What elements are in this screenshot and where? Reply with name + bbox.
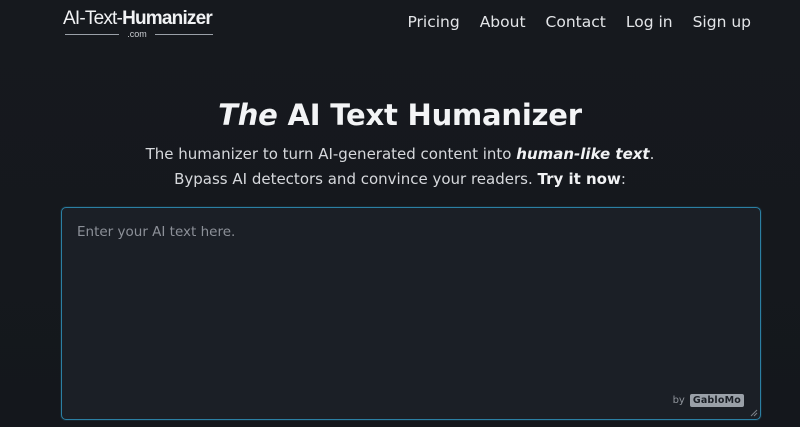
page: AI-Text-Humanizer .com Pricing About Con… [0,0,800,427]
subtitle-text-1: The humanizer to turn AI-generated conte… [145,145,517,163]
nav-link-contact[interactable]: Contact [546,12,606,32]
subtitle-highlight: human-like text [516,145,650,163]
credit-brand-logo: GabloMo [689,394,744,407]
page-title: The AI Text Humanizer [0,95,800,135]
subtitle-end: : [620,170,626,188]
logo-text-brand: Humanizer [122,8,213,29]
page-title-emphasis: The [218,98,278,132]
logo-wordmark: AI-Text-Humanizer [63,8,217,30]
page-title-text: AI Text Humanizer [277,98,583,132]
logo-rule-right [155,34,213,35]
credit-badge[interactable]: by GabloMo [673,394,744,407]
credit-by-text: by [672,395,685,406]
page-subtitle: The humanizer to turn AI-generated conte… [140,142,660,192]
logo-text-prefix: AI-Text- [63,8,123,29]
resize-handle-icon[interactable] [750,409,758,417]
nav-link-pricing[interactable]: Pricing [407,12,459,32]
nav-link-login[interactable]: Log in [626,12,673,32]
site-logo[interactable]: AI-Text-Humanizer .com [63,8,217,39]
ai-text-editor: by GabloMo [61,207,761,420]
nav-link-about[interactable]: About [480,12,526,32]
main-nav: Pricing About Contact Log in Sign up [407,12,751,32]
subtitle-cta: Try it now [537,170,621,188]
ai-text-input[interactable] [62,208,760,419]
site-header: AI-Text-Humanizer .com Pricing About Con… [0,0,800,45]
logo-domain-suffix: .com [127,29,147,39]
nav-link-signup[interactable]: Sign up [693,12,751,32]
logo-rule-left [65,34,119,35]
